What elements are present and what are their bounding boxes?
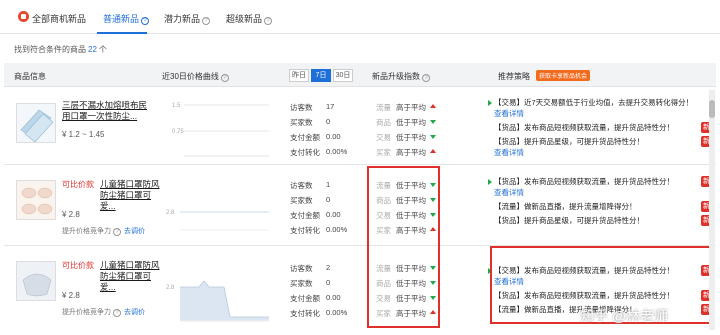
- opportunity-badge[interactable]: 获取卡享新品机会: [536, 70, 591, 81]
- chart-tick: 1.5: [172, 103, 181, 109]
- adjust-price-link[interactable]: 去调价: [124, 228, 145, 235]
- strategy-list: 【交易】近7天交易额低于行业均值，去提升交易转化得分！查看详情 【货品】发布商品…: [488, 97, 716, 161]
- col-strategy: 推荐策略: [498, 72, 530, 81]
- strategy-item: 【货品】发布商品短视频获取流量，提升货品特性分！新: [494, 122, 712, 133]
- arrow-down-icon: [430, 120, 436, 124]
- active-tab-indicator: [97, 32, 147, 34]
- day-range-selector: 昨日 7日 30日: [289, 69, 355, 82]
- range-yesterday-button[interactable]: 昨日: [289, 69, 309, 82]
- range-7d-button[interactable]: 7日: [311, 69, 331, 82]
- bullet-icon: [488, 179, 492, 185]
- strategy-item: 【流量】做新品直播，提升流量增降得分！新: [494, 201, 712, 212]
- arrow-down-icon: [430, 135, 436, 139]
- grade-goods: 商品 低于平均: [376, 117, 446, 132]
- product-title-link[interactable]: 儿童猪口罩防风防尘猪口罩可爱...: [100, 179, 162, 212]
- metrics-list: 访客数 2 买家数 0 支付金额 0.00 支付转化 0.00%: [290, 263, 370, 323]
- col-upgrade-index: 新品升级指数?: [372, 71, 430, 82]
- help-icon[interactable]: ?: [202, 17, 211, 25]
- adjust-price-link[interactable]: 去调价: [124, 309, 145, 316]
- range-30d-button[interactable]: 30日: [333, 69, 353, 82]
- product-thumbnail[interactable]: [16, 261, 56, 301]
- help-icon[interactable]: ?: [113, 228, 121, 236]
- arrow-up-icon: [430, 104, 436, 108]
- scrollbar-thumb[interactable]: [709, 100, 715, 118]
- table-header: 商品信息 近30日价格曲线? 昨日 7日 30日 新品升级指数? 推荐策略 获取…: [4, 63, 716, 87]
- metric-buyers: 买家数 0: [290, 195, 331, 205]
- help-icon[interactable]: ?: [422, 74, 430, 82]
- price-promo: 提升价格竞争力? 去调价: [62, 228, 145, 236]
- strategy-item: 【货品】提升商品星级，可提升货品特性分！新查看详情: [494, 136, 712, 157]
- tab-super-new[interactable]: 超级新品?: [226, 12, 273, 25]
- product-title-link[interactable]: 三层不漏水加熔喷布民用口罩一次性防尘...: [62, 100, 154, 122]
- scrollbar-track[interactable]: [709, 90, 715, 330]
- metric-visitors: 访客数 17: [290, 102, 335, 112]
- price-promo: 提升价格竞争力? 去调价: [62, 309, 145, 317]
- view-details-link[interactable]: 查看详情: [494, 109, 524, 118]
- chart-tick: 2.8: [166, 285, 175, 291]
- help-icon[interactable]: ?: [141, 17, 150, 25]
- price-trend-chart: 2.8: [166, 210, 269, 231]
- store-icon: [18, 11, 29, 22]
- tab-bar: 全部商机新品 普通新品? 潜力新品? 超级新品?: [0, 0, 720, 34]
- help-icon[interactable]: ?: [220, 74, 229, 82]
- metric-visitors: 访客数 2: [290, 263, 331, 273]
- strategy-item: 【交易】近7天交易额低于行业均值，去提升交易转化得分！查看详情: [488, 97, 716, 119]
- result-count: 找到符合条件的商品 22 个: [14, 45, 107, 54]
- metric-visitors: 访客数 1: [290, 180, 331, 190]
- product-price: ¥ 2.8: [62, 210, 80, 219]
- product-price: ¥ 2.8: [62, 291, 80, 300]
- metric-buyers: 买家数 0: [290, 117, 331, 127]
- chart-tick: 0.75: [172, 129, 184, 135]
- help-icon[interactable]: ?: [264, 17, 273, 25]
- tab-all-new[interactable]: 全部商机新品: [32, 12, 86, 25]
- table-row: 三层不漏水加熔喷布民用口罩一次性防尘... ¥ 1.2 ~ 1.45 1.5 0…: [4, 88, 716, 165]
- price-trend-chart: 1.5 0.75: [172, 103, 269, 157]
- product-thumbnail[interactable]: [16, 103, 56, 143]
- product-title-link[interactable]: 儿童猪口罩防风防尘猪口罩可爱...: [100, 260, 162, 293]
- col-price-trend: 近30日价格曲线?: [162, 71, 229, 82]
- view-details-link[interactable]: 查看详情: [494, 148, 524, 157]
- metric-payment: 支付金额 0.00: [290, 210, 341, 220]
- grade-buyer: 买家 高于平均: [376, 147, 446, 162]
- metric-conversion: 支付转化 0.00%: [290, 147, 348, 157]
- product-thumbnail[interactable]: [16, 180, 56, 220]
- grade-trade: 交易 低于平均: [376, 132, 446, 147]
- bullet-icon: [488, 100, 492, 106]
- metrics-list: 访客数 17 买家数 0 支付金额 0.00 支付转化 0.00%: [290, 102, 370, 162]
- metric-conversion: 支付转化 0.00%: [290, 308, 348, 318]
- tab-potential-new[interactable]: 潜力新品?: [164, 12, 211, 25]
- price-trend-chart: 2.8: [166, 280, 269, 322]
- metrics-list: 访客数 1 买家数 0 支付金额 0.00 支付转化 0.00%: [290, 180, 370, 240]
- view-details-link[interactable]: 查看详情: [494, 188, 524, 197]
- grade-list: 流量 高于平均 商品 低于平均 交易 低于平均 买家 高于平均: [376, 102, 446, 162]
- metric-payment: 支付金额 0.00: [290, 132, 341, 142]
- metric-conversion: 支付转化 0.00%: [290, 225, 348, 235]
- metric-buyers: 买家数 0: [290, 278, 331, 288]
- table-row: 可比价款 儿童猪口罩防风防尘猪口罩可爱... ¥ 2.8 提升价格竞争力? 去调价…: [4, 166, 716, 246]
- watermark: 知乎 @林老师: [580, 308, 669, 324]
- metric-payment: 支付金额 0.00: [290, 293, 341, 303]
- strategy-item: 【货品】发布商品短视频获取流量，提升货品特性分！新查看详情: [488, 176, 716, 198]
- price-compare-tag: 可比价款: [62, 180, 94, 189]
- grade-traffic: 流量 高于平均: [376, 102, 446, 117]
- product-price: ¥ 1.2 ~ 1.45: [62, 130, 105, 139]
- price-compare-tag: 可比价款: [62, 261, 94, 270]
- help-icon[interactable]: ?: [113, 309, 121, 317]
- arrow-up-icon: [430, 149, 436, 153]
- tab-normal-new[interactable]: 普通新品?: [103, 12, 150, 25]
- col-product-info: 商品信息: [14, 72, 46, 81]
- strategy-item: 【货品】提升商品星级，可提升货品特性分！新: [494, 215, 712, 226]
- strategy-list: 【货品】发布商品短视频获取流量，提升货品特性分！新查看详情 【流量】做新品直播，…: [488, 176, 716, 229]
- chart-tick: 2.8: [166, 210, 175, 216]
- grade-highlight-box: [367, 166, 440, 328]
